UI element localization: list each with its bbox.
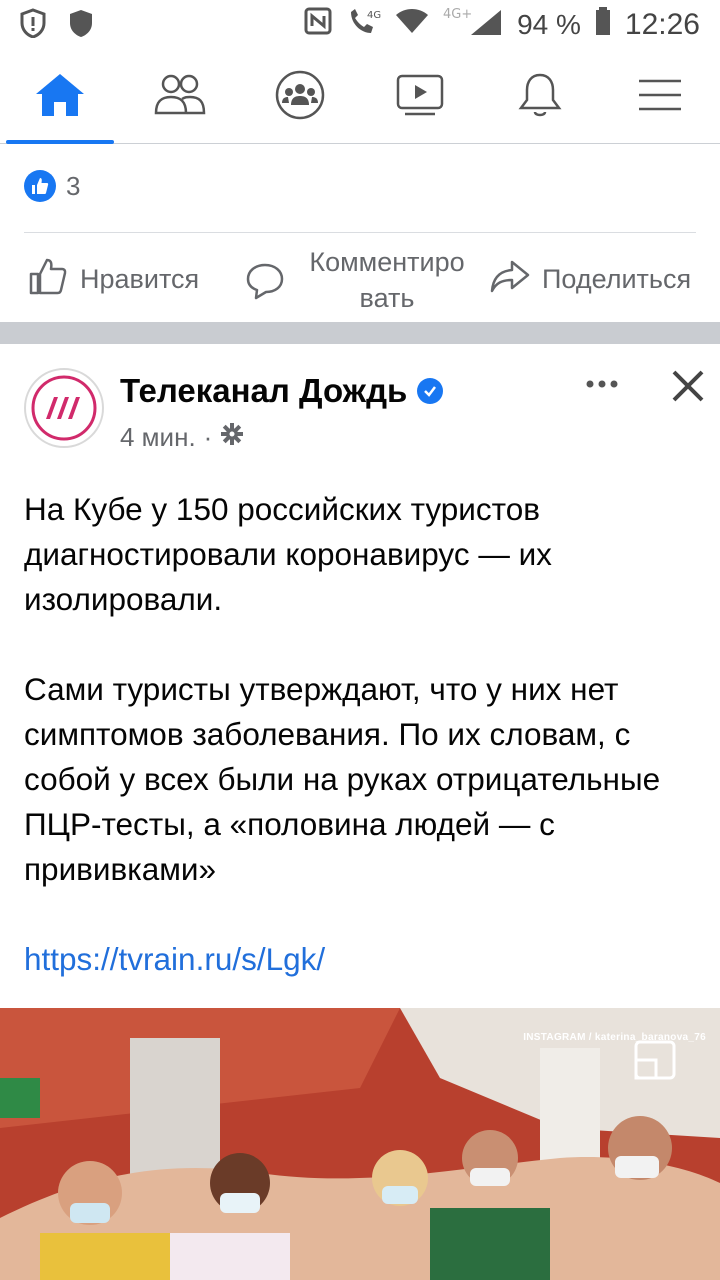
share-button[interactable]: Поделиться [490,256,691,303]
more-options-button[interactable] [580,366,624,402]
signal-icon: 4G+ [443,6,503,44]
post-meta: 4 мин. · [120,422,244,453]
picture-in-picture-button[interactable] [634,1040,676,1080]
thumbs-up-icon [28,256,68,303]
post-body: На Кубе у 150 российских туристов диагно… [24,487,704,982]
close-icon [672,370,704,402]
feed-separator [0,322,720,344]
wifi-icon [395,7,429,43]
video-frame [0,1008,720,1280]
hamburger-icon [637,77,683,118]
home-icon [34,72,86,123]
like-label: Нравится [80,264,200,294]
nav-watch[interactable] [360,52,480,143]
like-button[interactable]: Нравится [28,256,199,303]
share-label: Поделиться [542,264,692,294]
settings-gear-icon [220,422,244,453]
post-time[interactable]: 4 мин. [120,422,196,453]
meta-separator: · [203,422,213,452]
post-actions: Нравится Комментиро вать Поделиться [0,240,720,318]
video-watermark: INSTAGRAM / katerina_baranova_76 [523,1032,706,1043]
post-paragraph: На Кубе у 150 российских туристов диагно… [24,491,552,617]
nav-notifications[interactable] [480,52,600,143]
top-nav [0,52,720,144]
comment-label: Комментиро вать [309,247,465,313]
reaction-count: 3 [66,170,81,201]
bell-icon [517,71,563,124]
page-avatar[interactable] [24,368,104,448]
call-4g-icon: 4G [347,6,381,44]
more-dots-icon [586,380,618,388]
video-icon [395,73,445,122]
post-paragraph: Сами туристы утверждают, что у них нет с… [24,671,661,887]
post-link[interactable]: https://tvrain.ru/s/Lgk/ [24,941,325,977]
tvrain-logo-icon [31,375,97,441]
hide-post-button[interactable] [668,366,708,406]
divider [24,232,696,233]
clock: 12:26 [624,8,700,41]
battery-percent: 94 % [517,9,581,40]
shield-icon [68,8,94,43]
battery-icon [595,6,611,44]
friends-icon [153,73,207,122]
verified-badge-icon [417,378,444,404]
shield-alert-icon [20,7,46,43]
svg-text:4G: 4G [367,10,381,21]
page-name-text: Телеканал Дождь [120,372,408,409]
svg-text:4G+: 4G+ [443,7,472,22]
nav-home[interactable] [0,52,120,144]
nav-friends[interactable] [120,52,240,143]
share-icon [490,256,530,303]
nav-menu[interactable] [600,52,720,143]
nfc-icon [303,6,333,44]
reaction-summary[interactable]: 3 [24,170,80,202]
comment-button[interactable]: Комментиро вать [245,244,477,316]
comment-icon [245,261,285,308]
nav-groups[interactable] [240,52,360,143]
page-name[interactable]: Телеканал Дождь [120,372,444,410]
like-reaction-icon [24,170,56,202]
post-video[interactable]: INSTAGRAM / katerina_baranova_76 [0,1008,720,1280]
picture-in-picture-icon [634,1040,676,1080]
status-bar: 4G 4G+ 94 % 12:26 [0,0,720,50]
groups-icon [274,69,326,126]
